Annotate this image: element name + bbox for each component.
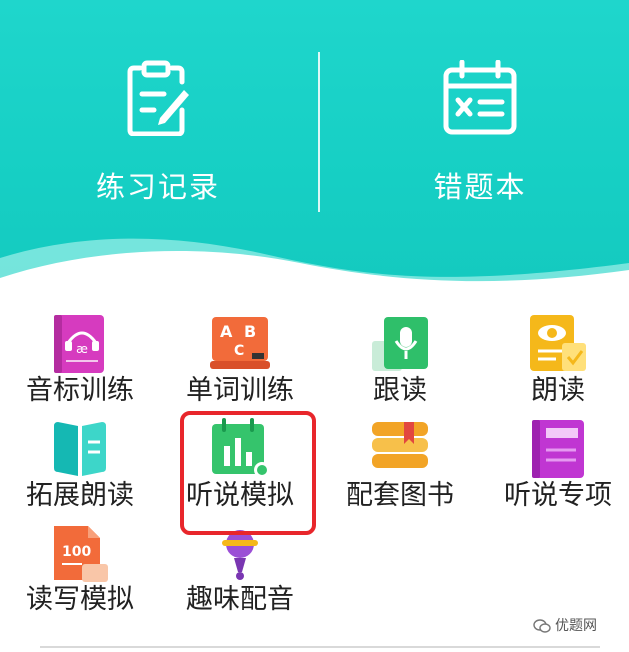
header-divider bbox=[318, 52, 320, 212]
purple-book-icon bbox=[532, 420, 584, 478]
grid-item-fun-dubbing[interactable]: 趣味配音 bbox=[165, 522, 315, 616]
grid-item-label: 单词训练 bbox=[186, 375, 294, 406]
grid-item-phonetic[interactable]: æ 音标训练 bbox=[5, 313, 155, 407]
svg-text:C: C bbox=[234, 343, 244, 359]
phonetic-book-icon: æ bbox=[54, 315, 104, 373]
svg-text:B: B bbox=[244, 322, 256, 341]
svg-text:100: 100 bbox=[62, 544, 91, 560]
svg-text:A: A bbox=[220, 322, 233, 341]
watermark-text: 优题网 bbox=[555, 618, 597, 634]
svg-text:æ: æ bbox=[76, 342, 88, 356]
calendar-list-icon bbox=[443, 60, 517, 135]
grid-item-follow-read[interactable]: 跟读 bbox=[325, 313, 475, 407]
wrong-questions-label: 错题本 bbox=[433, 170, 527, 204]
document-100-icon: 100 bbox=[54, 526, 108, 582]
grid-item-label: 听说专项 bbox=[504, 480, 612, 511]
grid-item-label: 配套图书 bbox=[346, 480, 454, 511]
highlight-box bbox=[180, 411, 316, 535]
open-book-icon bbox=[54, 422, 106, 476]
reading-eye-icon bbox=[530, 315, 586, 371]
grid-item-label: 音标训练 bbox=[26, 375, 134, 406]
grid-item-listen-speak-special[interactable]: 听说专项 bbox=[483, 418, 629, 512]
bottom-divider bbox=[40, 646, 600, 648]
practice-record-label: 练习记录 bbox=[95, 170, 220, 204]
grid-item-label: 拓展朗读 bbox=[26, 480, 134, 511]
grid-item-extended-read[interactable]: 拓展朗读 bbox=[5, 418, 155, 512]
grid-item-label: 读写模拟 bbox=[26, 584, 134, 615]
wrong-questions-button[interactable]: 错题本 bbox=[380, 60, 580, 206]
watermark: 优题网 bbox=[533, 615, 597, 635]
clipboard-edit-icon bbox=[127, 60, 189, 136]
grid-item-label: 跟读 bbox=[373, 375, 427, 406]
grid-item-label: 趣味配音 bbox=[186, 584, 294, 615]
stacked-books-icon bbox=[372, 422, 428, 468]
grid-item-companion-books[interactable]: 配套图书 bbox=[325, 418, 475, 512]
microphone-icon bbox=[372, 317, 428, 371]
grid-item-read-write-sim[interactable]: 100 读写模拟 bbox=[5, 522, 155, 616]
grid-item-read-aloud[interactable]: 朗读 bbox=[483, 313, 629, 407]
abc-blackboard-icon: A B C bbox=[210, 317, 270, 369]
grid-item-label: 朗读 bbox=[531, 375, 585, 406]
wechat-icon bbox=[533, 619, 551, 633]
practice-record-button[interactable]: 练习记录 bbox=[58, 60, 258, 206]
grid-item-word[interactable]: A B C 单词训练 bbox=[165, 313, 315, 407]
header-wave bbox=[0, 238, 629, 308]
